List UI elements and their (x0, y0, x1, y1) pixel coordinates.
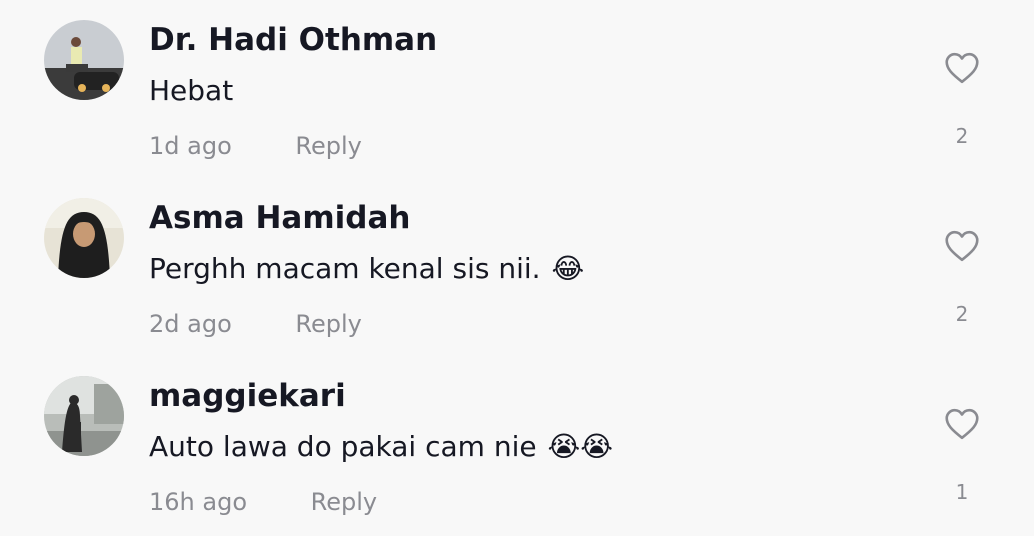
like-button[interactable]: 1 (940, 408, 984, 508)
comment-meta: 2d ago Reply (149, 310, 362, 338)
comment-item: Asma Hamidah Perghh macam kenal sis nii.… (0, 178, 1034, 356)
timestamp: 2d ago (149, 310, 232, 338)
reply-button[interactable]: Reply (295, 310, 361, 338)
comment-meta: 16h ago Reply (149, 488, 377, 516)
like-count: 1 (955, 480, 969, 504)
username[interactable]: Dr. Hadi Othman (149, 22, 437, 58)
comment-emoji: 😂 (551, 252, 585, 285)
like-button[interactable]: 2 (940, 52, 984, 152)
comment-text: Perghh macam kenal sis nii. 😂 (149, 252, 584, 285)
avatar[interactable] (44, 20, 124, 100)
username[interactable]: Asma Hamidah (149, 200, 410, 236)
like-count: 2 (955, 302, 969, 326)
reply-button[interactable]: Reply (311, 488, 377, 516)
comment-text: Auto lawa do pakai cam nie 😭😭 (149, 430, 613, 463)
avatar[interactable] (44, 376, 124, 456)
comment-text-body: Hebat (149, 74, 234, 107)
comment-text: Hebat (149, 74, 235, 107)
username[interactable]: maggiekari (149, 378, 346, 414)
comment-text-body: Auto lawa do pakai cam nie (149, 430, 537, 463)
comment-item: Dr. Hadi Othman Hebat 1d ago Reply 2 (0, 0, 1034, 178)
timestamp: 16h ago (149, 488, 248, 516)
like-count: 2 (955, 124, 969, 148)
comment-meta: 1d ago Reply (149, 132, 362, 160)
comment-text-body: Perghh macam kenal sis nii. (149, 252, 541, 285)
heart-outline-icon (945, 408, 979, 440)
comment-list: Dr. Hadi Othman Hebat 1d ago Reply 2 Asm (0, 0, 1034, 536)
reply-button[interactable]: Reply (295, 132, 361, 160)
like-button[interactable]: 2 (940, 230, 984, 330)
comment-item: maggiekari Auto lawa do pakai cam nie 😭😭… (0, 356, 1034, 534)
heart-outline-icon (945, 52, 979, 84)
avatar[interactable] (44, 198, 124, 278)
heart-outline-icon (945, 230, 979, 262)
timestamp: 1d ago (149, 132, 232, 160)
comment-emoji: 😭😭 (547, 430, 613, 463)
